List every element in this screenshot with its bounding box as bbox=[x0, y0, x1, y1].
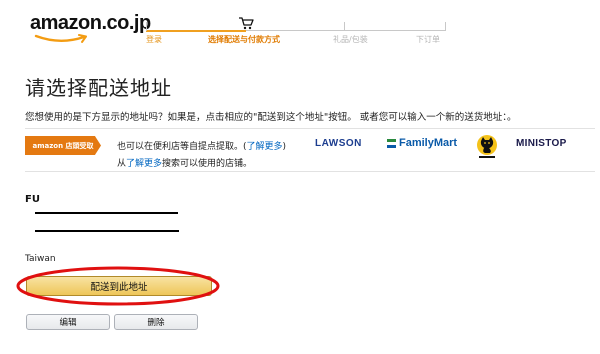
redacted-address-line bbox=[35, 230, 179, 232]
address-name: FU bbox=[25, 194, 40, 205]
address-country: Taiwan bbox=[25, 254, 56, 264]
pickup-info-suffix: ) bbox=[282, 142, 287, 152]
familymart-text: FamilyMart bbox=[399, 137, 458, 149]
divider bbox=[25, 128, 595, 129]
pickup-info-prefix: 也可以在便利店等自提点提取。( bbox=[117, 142, 247, 152]
intro-text: 您想使用的是下方显示的地址吗？如果是，点击相应的"配送到这个地址"按钮。 或者您… bbox=[25, 112, 517, 123]
familymart-stripes-icon bbox=[387, 138, 396, 148]
edit-address-button[interactable]: 编辑 bbox=[26, 314, 110, 330]
progress-track bbox=[246, 30, 446, 31]
familymart-logo: FamilyMart bbox=[387, 137, 457, 149]
learn-more-search-link[interactable]: 了解更多 bbox=[126, 159, 162, 169]
delete-address-button[interactable]: 删除 bbox=[114, 314, 198, 330]
page-title: 请选择配送地址 bbox=[25, 76, 172, 100]
pickup-info-text: 也可以在便利店等自提点提取。(了解更多) bbox=[117, 139, 286, 152]
lawson-logo: LAWSON bbox=[315, 138, 362, 149]
progress-tick bbox=[146, 22, 147, 31]
step-login: 登录 bbox=[146, 35, 162, 44]
amazon-logo[interactable]: amazon.co.jp bbox=[30, 12, 151, 48]
progress-tick bbox=[344, 22, 345, 31]
ministop-logo: MINISTOP bbox=[516, 138, 567, 149]
yamato-cat-icon bbox=[477, 135, 497, 158]
step-shipping-payment: 选择配送与付款方式 bbox=[208, 35, 280, 44]
pickup-banner: amazon 店頭受取 也可以在便利店等自提点提取。(了解更多) 从了解更多搜索… bbox=[25, 128, 595, 172]
checkout-progress: 登录 选择配送与付款方式 礼品/包装 下订单 bbox=[146, 14, 446, 48]
logo-text: amazon.co.jp bbox=[30, 12, 151, 34]
cart-icon bbox=[239, 17, 254, 30]
step-gift-wrap: 礼品/包装 bbox=[333, 35, 368, 44]
progress-tick bbox=[445, 22, 446, 31]
learn-more-link[interactable]: 了解更多 bbox=[247, 142, 283, 152]
amazon-smile-icon bbox=[34, 34, 87, 43]
step-place-order: 下订单 bbox=[416, 35, 440, 44]
progress-track-active bbox=[146, 30, 246, 32]
pickup-search-prefix: 从 bbox=[117, 159, 127, 169]
divider bbox=[25, 171, 595, 172]
redacted-address-line bbox=[35, 212, 178, 214]
pickup-search-text: 从了解更多搜索可以使用的店铺。 bbox=[117, 156, 252, 169]
highlight-circle bbox=[16, 266, 220, 306]
pickup-search-suffix: 搜索可以使用的店铺。 bbox=[162, 159, 253, 169]
pickup-badge: amazon 店頭受取 bbox=[25, 136, 101, 155]
